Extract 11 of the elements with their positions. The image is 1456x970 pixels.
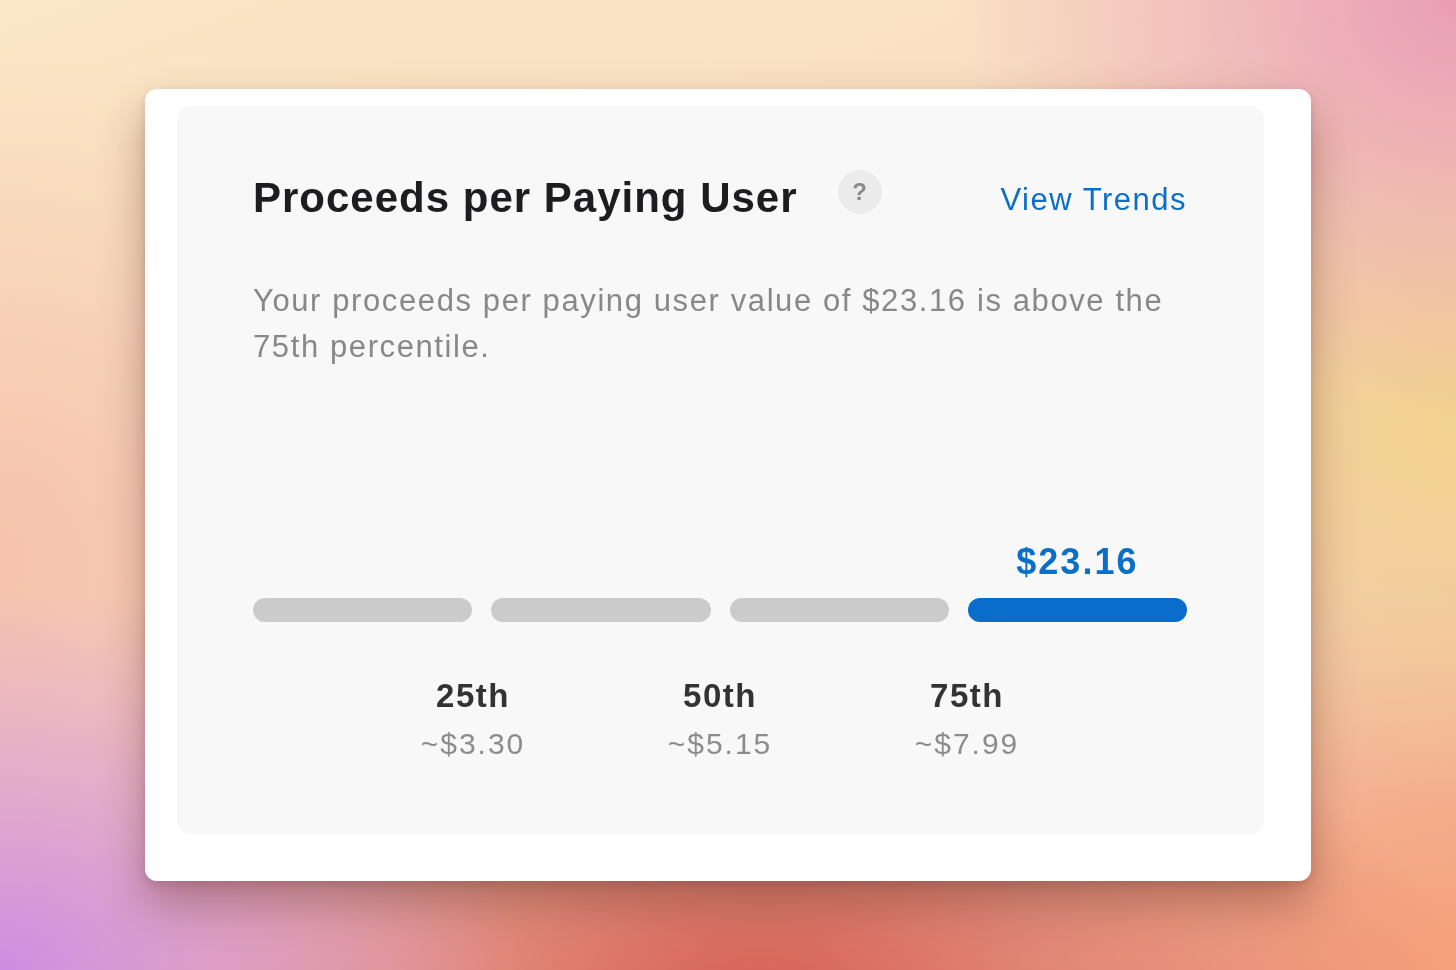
card-title: Proceeds per Paying User — [253, 174, 798, 222]
value-label: $23.16 — [1016, 542, 1139, 582]
help-button[interactable]: ? — [837, 170, 882, 214]
percentile-value: ~$3.30 — [420, 726, 526, 762]
description-text: Your proceeds per paying user value of $23.16 is above the 75th percentile. — [253, 282, 1165, 366]
view-trends-link[interactable]: View Trends — [1000, 182, 1187, 218]
percentile-value: ~$5.15 — [667, 726, 773, 762]
percentile-label: 75th — [930, 676, 1004, 716]
percentile-value: ~$7.99 — [914, 726, 1020, 762]
percentile-label: 50th — [683, 676, 757, 716]
percentile-label: 25th — [436, 676, 510, 716]
